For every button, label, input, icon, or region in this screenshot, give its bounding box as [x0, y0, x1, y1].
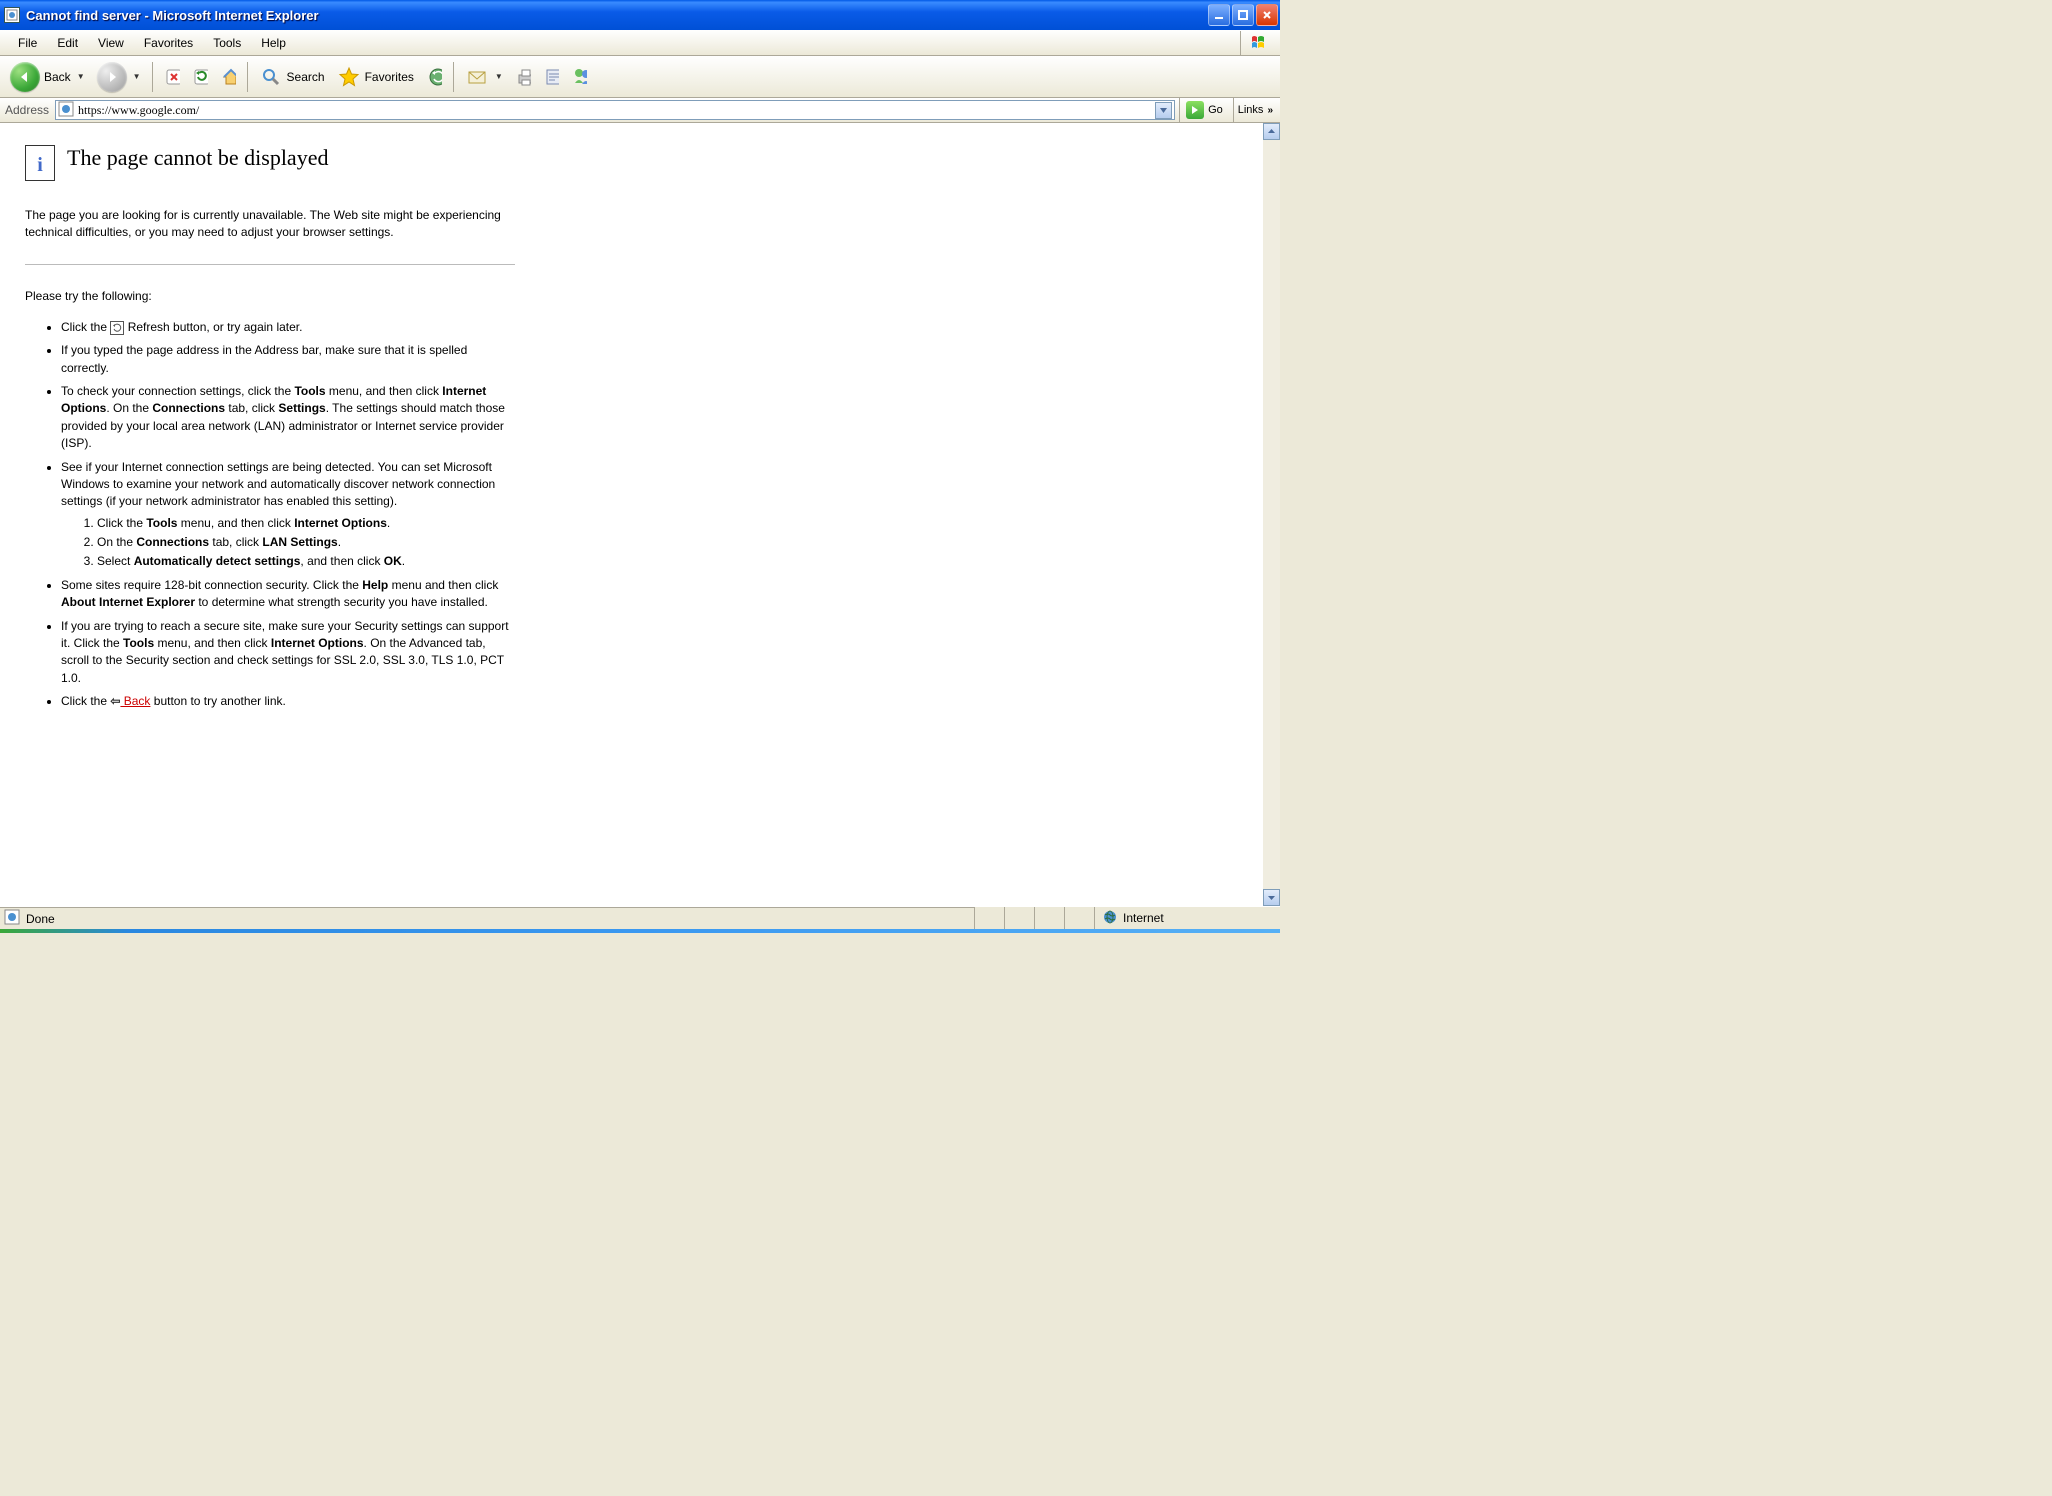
status-text: Done [26, 912, 55, 926]
separator [247, 62, 248, 92]
links-toolbar[interactable]: Links » [1233, 98, 1277, 122]
zone-cell: Internet [1094, 907, 1280, 929]
search-label: Search [287, 70, 325, 84]
list-item: Click the ⇦ Back button to try another l… [61, 693, 515, 710]
divider [25, 264, 515, 265]
menu-file[interactable]: File [8, 32, 47, 54]
try-label: Please try the following: [25, 289, 515, 303]
home-button[interactable] [216, 65, 240, 89]
zone-label: Internet [1123, 911, 1164, 925]
error-title: The page cannot be displayed [67, 145, 328, 171]
url-input[interactable] [78, 103, 1151, 118]
menu-bar: File Edit View Favorites Tools Help [0, 30, 1280, 56]
chevron-down-icon: ▼ [133, 72, 141, 81]
refresh-button[interactable] [188, 65, 212, 89]
list-item: Click the Refresh button, or try again l… [61, 319, 515, 336]
separator [453, 62, 454, 92]
status-cell [1064, 907, 1094, 929]
ie-page-icon [58, 101, 74, 120]
taskbar-sliver [0, 929, 1280, 933]
separator [152, 62, 153, 92]
favorites-button[interactable]: Favorites [333, 62, 418, 92]
windows-flag-icon [1240, 31, 1280, 55]
list-item: Click the Tools menu, and then click Int… [97, 515, 511, 532]
status-cell [974, 907, 1004, 929]
links-label: Links [1238, 104, 1264, 116]
info-icon: i [25, 145, 55, 181]
history-button[interactable] [422, 65, 446, 89]
scroll-down-button[interactable] [1263, 889, 1280, 906]
menu-tools[interactable]: Tools [203, 32, 251, 54]
mail-button[interactable]: ▼ [461, 62, 507, 92]
menu-edit[interactable]: Edit [47, 32, 88, 54]
window-title: Cannot find server - Microsoft Internet … [26, 8, 1208, 23]
ie-page-icon [4, 909, 20, 928]
suggestions-list: Click the Refresh button, or try again l… [61, 319, 515, 711]
address-label: Address [3, 103, 51, 117]
star-icon [337, 65, 361, 89]
mail-icon [465, 65, 489, 89]
scroll-track[interactable] [1263, 140, 1280, 889]
refresh-icon [110, 321, 124, 335]
address-dropdown-button[interactable] [1155, 102, 1172, 119]
forward-arrow-icon [97, 62, 127, 92]
go-button[interactable]: Go [1179, 98, 1229, 122]
status-cell [1034, 907, 1064, 929]
chevron-down-icon: ▼ [77, 72, 85, 81]
window-titlebar: Cannot find server - Microsoft Internet … [0, 0, 1280, 30]
list-item: If you are trying to reach a secure site… [61, 618, 515, 688]
minimize-button[interactable] [1208, 4, 1230, 26]
menu-view[interactable]: View [88, 32, 134, 54]
favorites-label: Favorites [365, 70, 414, 84]
address-bar: Address Go Links » [0, 98, 1280, 123]
status-cell [1004, 907, 1034, 929]
address-field[interactable] [55, 100, 1175, 120]
toolbar: Back ▼ ▼ Search Favorites ▼ [0, 56, 1280, 98]
chevron-right-icon: » [1267, 105, 1273, 116]
scroll-up-button[interactable] [1263, 123, 1280, 140]
back-link[interactable]: Back [120, 694, 150, 708]
list-item: On the Connections tab, click LAN Settin… [97, 534, 511, 551]
search-icon [259, 65, 283, 89]
edit-button[interactable] [539, 65, 563, 89]
vertical-scrollbar[interactable] [1263, 123, 1280, 906]
menu-favorites[interactable]: Favorites [134, 32, 203, 54]
page-content: i The page cannot be displayed The page … [0, 123, 1280, 906]
chevron-down-icon: ▼ [495, 72, 503, 81]
go-label: Go [1208, 104, 1223, 116]
messenger-button[interactable] [567, 65, 591, 89]
back-label: Back [44, 70, 71, 84]
list-item: See if your Internet connection settings… [61, 459, 515, 571]
ie-page-icon [4, 7, 20, 23]
sub-list: Click the Tools menu, and then click Int… [97, 515, 511, 571]
maximize-button[interactable] [1232, 4, 1254, 26]
stop-button[interactable] [160, 65, 184, 89]
list-item: Some sites require 128-bit connection se… [61, 577, 515, 612]
go-arrow-icon [1186, 101, 1204, 119]
list-item: To check your connection settings, click… [61, 383, 515, 453]
close-button[interactable] [1256, 4, 1278, 26]
back-arrow-icon: ⇦ [110, 694, 120, 708]
back-arrow-icon [10, 62, 40, 92]
status-bar: Done Internet [0, 906, 1280, 929]
menu-help[interactable]: Help [251, 32, 296, 54]
error-intro: The page you are looking for is currentl… [25, 207, 515, 242]
list-item: Select Automatically detect settings, an… [97, 553, 511, 570]
globe-icon [1103, 910, 1117, 927]
back-button[interactable]: Back ▼ [6, 59, 89, 95]
search-button[interactable]: Search [255, 62, 329, 92]
print-button[interactable] [511, 65, 535, 89]
list-item: If you typed the page address in the Add… [61, 342, 515, 377]
forward-button[interactable]: ▼ [93, 59, 145, 95]
